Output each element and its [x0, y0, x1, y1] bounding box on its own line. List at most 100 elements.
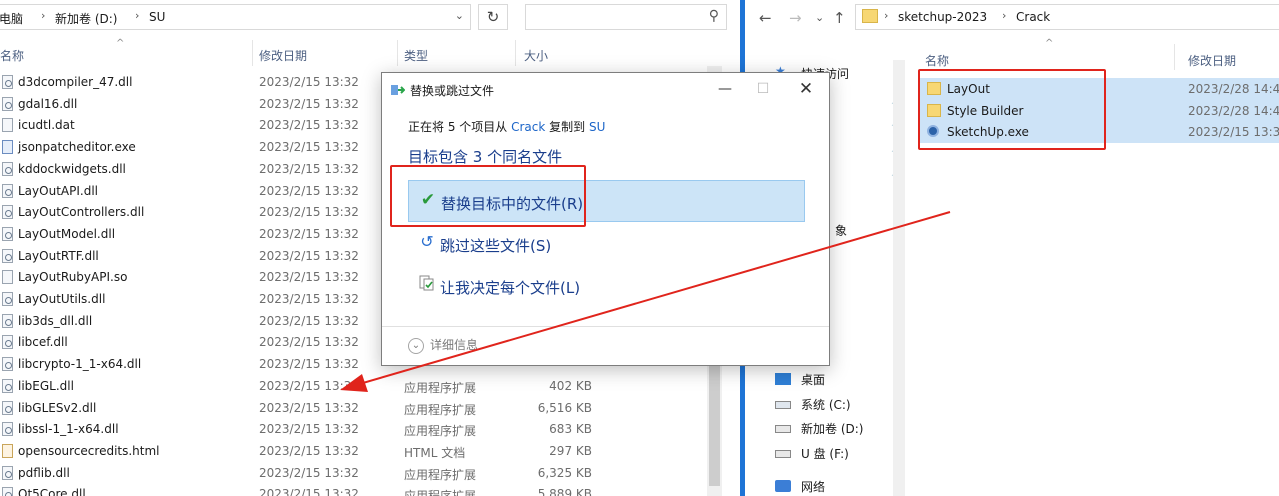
file-name: libGLESv2.dll: [18, 400, 97, 415]
copy-transfer-icon: [391, 85, 405, 95]
column-divider[interactable]: [1174, 44, 1175, 70]
dll-icon: [2, 400, 13, 415]
file-name: LayOutRTF.dll: [18, 248, 99, 263]
file-date: 2023/2/15 13:32: [259, 292, 359, 306]
nav-pane-scrollbar[interactable]: [893, 60, 905, 496]
more-details-toggle[interactable]: ⌄ 详细信息: [408, 336, 478, 354]
file-date: 2023/2/15 13:32: [259, 96, 359, 111]
breadcrumb-crack[interactable]: Crack: [1016, 10, 1050, 24]
file-icon: [2, 118, 13, 133]
file-row[interactable]: pdflib.dll 2023/2/15 13:32 应用程序扩展 6,325 KB: [0, 462, 740, 484]
dll-icon: [2, 378, 13, 393]
dll-icon: [2, 183, 13, 198]
left-address-bar[interactable]: 此电脑 › 新加卷 (D:) › SU ⌄: [0, 4, 471, 30]
back-arrow-icon[interactable]: ←: [759, 9, 772, 27]
file-size: 6,516 KB: [537, 400, 592, 415]
file-name: jsonpatcheditor.exe: [18, 140, 136, 155]
column-header-date[interactable]: 修改日期: [1188, 52, 1236, 69]
file-name: LayOutUtils.dll: [18, 292, 106, 306]
file-type: 应用程序扩展: [404, 487, 476, 496]
file-row[interactable]: libssl-1_1-x64.dll 2023/2/15 13:32 应用程序扩展 6…: [0, 418, 740, 440]
right-address-bar[interactable]: › sketchup-2023 › Crack: [855, 4, 1279, 30]
file-date: 2023/2/15 13:32: [259, 378, 359, 393]
up-arrow-icon[interactable]: ↑: [833, 9, 846, 27]
dll-icon: [2, 96, 13, 111]
file-type: HTML 文档: [404, 445, 466, 460]
file-size: 402 KB: [549, 378, 592, 393]
search-icon: ⚲: [708, 8, 719, 24]
column-header-name[interactable]: 名称: [925, 52, 949, 69]
recent-locations-chevron-icon[interactable]: ⌄: [815, 11, 824, 24]
annotation-highlight-box: [390, 165, 586, 227]
dll-icon: [2, 292, 13, 306]
file-date: 2023/2/28 14:41: [1188, 103, 1279, 118]
file-date: 2023/2/15 13:32: [259, 140, 359, 155]
chevron-right-icon: ›: [135, 9, 140, 22]
file-size: 5,889 KB: [537, 487, 592, 496]
drive-icon: [775, 425, 791, 433]
file-date: 2023/2/15 13:32: [259, 270, 359, 285]
file-name: libcef.dll: [18, 335, 68, 350]
file-name: pdflib.dll: [18, 465, 70, 480]
file-date: 2023/2/15 13:32: [259, 487, 359, 496]
destination-folder-link[interactable]: SU: [589, 120, 605, 134]
file-date: 2023/2/15 13:32: [259, 226, 359, 241]
dll-icon: [2, 75, 13, 89]
file-date: 2023/2/15 13:32: [259, 161, 359, 176]
column-header-name[interactable]: 名称: [0, 47, 24, 64]
decide-icon: [418, 275, 436, 293]
file-row[interactable]: libGLESv2.dll 2023/2/15 13:32 应用程序扩展 6,516 …: [0, 397, 740, 419]
column-divider[interactable]: [397, 40, 398, 66]
column-divider[interactable]: [515, 40, 516, 66]
breadcrumb-sketchup-2023[interactable]: sketchup-2023: [898, 10, 987, 24]
dll-icon: [2, 313, 13, 328]
file-row[interactable]: opensourcecredits.html 2023/2/15 13:32 HTM…: [0, 440, 740, 462]
skip-files-option[interactable]: ↺ 跳过这些文件(S): [408, 223, 805, 265]
skip-icon: ↺: [420, 232, 434, 251]
forward-arrow-icon[interactable]: →: [789, 9, 802, 27]
system-drive-icon: [775, 401, 791, 409]
file-icon: [2, 270, 13, 285]
file-date: 2023/2/15 13:32: [259, 443, 359, 458]
file-row[interactable]: Qt5Core.dll 2023/2/15 13:32 应用程序扩展 5,889 KB: [0, 483, 740, 496]
copy-status-text: 正在将 5 个项目从 Crack 复制到 SU: [408, 120, 606, 134]
search-input[interactable]: ⚲: [525, 4, 727, 30]
dll-icon: [2, 161, 13, 176]
refresh-button[interactable]: ↻: [478, 4, 508, 30]
maximize-button[interactable]: ☐: [749, 78, 777, 100]
file-name: gdal16.dll: [18, 96, 78, 111]
dll-icon: [2, 465, 13, 480]
decide-each-file-option[interactable]: 让我决定每个文件(L): [408, 265, 805, 307]
file-name: lib3ds_dll.dll: [18, 313, 93, 328]
file-name: icudtl.dat: [18, 118, 75, 133]
minimize-button[interactable]: —: [711, 78, 739, 100]
source-folder-link[interactable]: Crack: [511, 120, 545, 134]
file-date: 2023/2/15 13:32: [259, 357, 359, 372]
file-date: 2023/2/15 13:32: [259, 400, 359, 415]
dll-icon: [2, 335, 13, 350]
file-name: opensourcecredits.html: [18, 443, 160, 458]
file-date: 2023/2/15 13:32: [259, 183, 359, 198]
breadcrumb-this-pc[interactable]: 此电脑: [0, 10, 23, 27]
file-date: 2023/2/15 13:32: [259, 422, 359, 437]
dll-icon: [2, 205, 13, 220]
file-date: 2023/2/15 13:32: [1188, 125, 1279, 139]
close-button[interactable]: ✕: [792, 78, 820, 100]
file-type: 应用程序扩展: [404, 402, 477, 417]
file-name: LayOutControllers.dll: [18, 205, 145, 220]
breadcrumb-drive-d[interactable]: 新加卷 (D:): [55, 10, 117, 27]
file-name: libssl-1_1-x64.dll: [18, 422, 119, 437]
file-date: 2023/2/15 13:32: [259, 335, 359, 350]
chevron-down-icon: ⌄: [408, 337, 424, 354]
chevron-down-icon[interactable]: ⌄: [455, 9, 464, 22]
column-header-date[interactable]: 修改日期: [259, 47, 307, 64]
left-toolbar: 此电脑 › 新加卷 (D:) › SU ⌄ ↻ ⚲: [0, 0, 740, 36]
html-icon: [2, 443, 13, 458]
column-header-type[interactable]: 类型: [404, 47, 428, 64]
column-divider[interactable]: [252, 40, 253, 66]
file-name: Qt5Core.dll: [18, 487, 86, 496]
breadcrumb-su[interactable]: SU: [149, 10, 165, 24]
column-header-size[interactable]: 大小: [524, 47, 548, 64]
sort-ascending-icon: ^: [116, 38, 125, 49]
file-row[interactable]: libEGL.dll 2023/2/15 13:32 应用程序扩展 402 KB: [0, 375, 740, 397]
